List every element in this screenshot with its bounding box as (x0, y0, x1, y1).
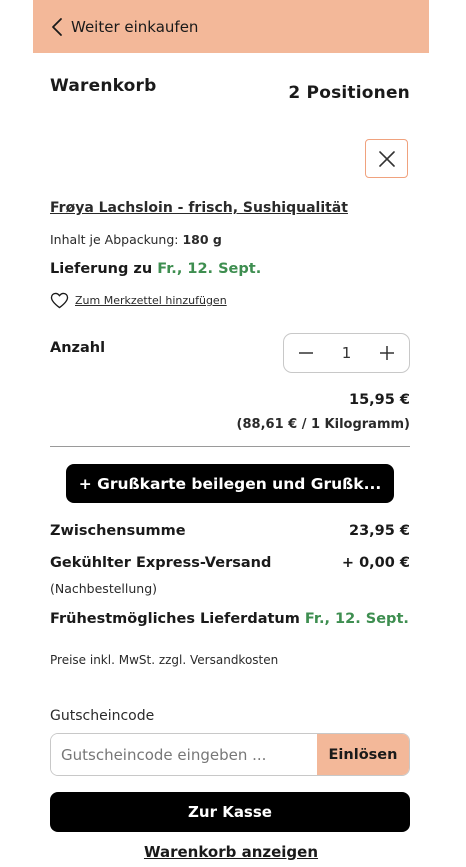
earliest-delivery-date: Fr., 12. Sept. (304, 611, 409, 627)
increase-quantity-button[interactable] (377, 343, 397, 363)
delivery-label: Lieferung zu (50, 261, 153, 277)
add-to-wishlist-link[interactable]: Zum Merkzettel hinzufügen (50, 292, 227, 309)
decrease-quantity-button[interactable] (296, 343, 316, 363)
shipping-note: (Nachbestellung) (50, 581, 158, 596)
close-icon (378, 150, 395, 167)
cart-item-count: 2 Positionen (288, 83, 410, 103)
subtotal-value: 23,95 € (348, 523, 410, 539)
coupon-form: Einlösen (50, 733, 410, 776)
view-cart-link[interactable]: Warenkorb anzeigen (33, 843, 429, 861)
plus-icon (379, 346, 394, 360)
delivery-date: Fr., 12. Sept. (157, 261, 262, 277)
checkout-button[interactable]: Zur Kasse (50, 792, 410, 832)
earliest-delivery-label: Frühestmögliches Lieferdatum (50, 611, 300, 627)
coupon-label: Gutscheincode (50, 708, 155, 724)
heart-icon (50, 292, 69, 309)
subtotal-label: Zwischensumme (50, 523, 186, 539)
product-name-link[interactable]: Frøya Lachsloin - frisch, Sushiqualität (50, 200, 348, 216)
divider (50, 446, 410, 447)
redeem-coupon-button[interactable]: Einlösen (317, 734, 409, 775)
package-content-label: Inhalt je Abpackung: (50, 232, 179, 247)
package-content: Inhalt je Abpackung: 180 g (50, 232, 222, 247)
package-content-value: 180 g (182, 232, 222, 247)
minus-icon (299, 352, 313, 354)
continue-shopping-label: Weiter einkaufen (71, 17, 199, 36)
item-unit-price: (88,61 € / 1 Kilogramm) (236, 417, 410, 432)
shipping-label: Gekühlter Express-Versand (50, 555, 272, 571)
top-bar: Weiter einkaufen (33, 0, 429, 53)
shipping-value: + 0,00 € (341, 555, 410, 571)
coupon-input[interactable] (51, 734, 317, 775)
remove-item-button[interactable] (365, 139, 408, 178)
continue-shopping-link[interactable]: Weiter einkaufen (51, 17, 198, 37)
cart-title: Warenkorb (50, 76, 157, 96)
item-price: 15,95 € (348, 392, 410, 408)
chevron-left-icon (52, 17, 62, 36)
delivery-info: Lieferung zu Fr., 12. Sept. (50, 261, 261, 277)
quantity-label: Anzahl (50, 340, 106, 356)
cart-panel: Weiter einkaufen Warenkorb 2 Positionen … (33, 0, 429, 867)
quantity-stepper: 1 (283, 333, 410, 373)
quantity-value: 1 (341, 344, 352, 362)
vat-note: Preise inkl. MwSt. zzgl. Versandkosten (50, 653, 279, 667)
add-greeting-card-button[interactable]: + Grußkarte beilegen und Grußk... (66, 464, 394, 503)
wishlist-label: Zum Merkzettel hinzufügen (75, 294, 227, 307)
earliest-delivery: Frühestmögliches Lieferdatum Fr., 12. Se… (50, 611, 409, 627)
